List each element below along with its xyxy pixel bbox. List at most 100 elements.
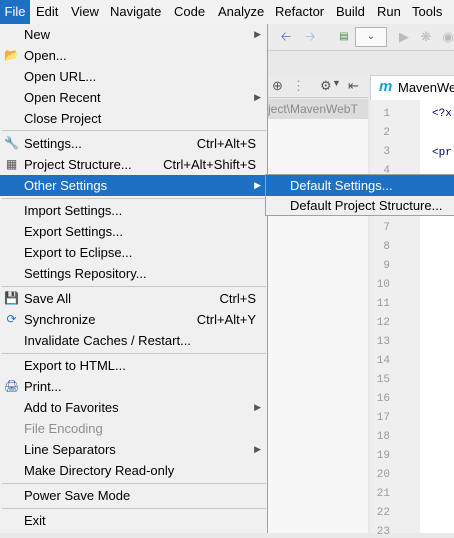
menu-item-line-separators[interactable]: Line Separators ▶ (0, 439, 267, 460)
menu-item-export-settings[interactable]: Export Settings... (0, 221, 267, 242)
submenu-arrow-icon: ▶ (254, 92, 261, 102)
editor-tab-label: MavenWe (398, 80, 454, 95)
divider-icon: ⋮ (292, 78, 305, 93)
shortcut-label: Ctrl+Alt+S (196, 136, 256, 151)
hide-icon[interactable]: ⇤ (348, 78, 359, 94)
menu-item-label: Line Separators (24, 442, 116, 457)
menu-item-other-settings[interactable]: Other Settings ▶ (0, 175, 267, 196)
menu-item-save-all[interactable]: 💾 Save All Ctrl+S (0, 288, 267, 309)
menu-refactor[interactable]: Refactor (275, 0, 324, 24)
menu-item-label: Settings Repository... (24, 266, 147, 281)
menu-item-open-url[interactable]: Open URL... (0, 66, 267, 87)
menu-item-import-settings[interactable]: Import Settings... (0, 200, 267, 221)
line-number: 18 (376, 431, 390, 443)
printer-icon: 🖨 (4, 379, 20, 393)
menu-item-label: Export Settings... (24, 224, 123, 239)
line-number: 15 (376, 374, 390, 386)
submenu-arrow-icon: ▶ (254, 444, 261, 454)
other-settings-submenu: Default Settings... Default Project Stru… (265, 174, 454, 216)
sync-icon: ⟳ (6, 312, 17, 326)
submenu-arrow-icon: ▶ (254, 29, 261, 39)
menu-item-invalidate-caches[interactable]: Invalidate Caches / Restart... (0, 330, 267, 351)
project-structure-icon: ▦ (5, 157, 18, 171)
save-icon: 💾 (4, 291, 19, 305)
menu-item-make-read-only[interactable]: Make Directory Read-only (0, 460, 267, 481)
menu-item-settings[interactable]: 🔧 Settings... Ctrl+Alt+S (0, 133, 267, 154)
coverage-icon[interactable]: ◉ (440, 29, 454, 45)
shortcut-label: Ctrl+Alt+Shift+S (163, 157, 256, 172)
menu-item-file-encoding: File Encoding (0, 418, 267, 439)
line-number: 14 (376, 355, 390, 367)
forward-arrow-icon[interactable]: 🡢 (302, 29, 318, 45)
build-icon[interactable]: ▤ (336, 29, 352, 45)
menu-item-settings-repository[interactable]: Settings Repository... (0, 263, 267, 284)
run-icon[interactable]: ▶ (396, 29, 412, 45)
menu-build[interactable]: Build (336, 0, 365, 24)
menu-item-export-to-html[interactable]: Export to HTML... (0, 355, 267, 376)
menu-edit[interactable]: Edit (36, 0, 58, 24)
run-configuration-combo[interactable]: ⌄ (355, 27, 387, 47)
menu-run[interactable]: Run (377, 0, 401, 24)
menu-item-label: Exit (24, 513, 46, 528)
gear-icon[interactable]: ⚙ (320, 78, 332, 94)
menu-item-label: New (24, 27, 51, 42)
menu-file[interactable]: File (0, 0, 30, 24)
menu-item-label: Print... (24, 379, 62, 394)
menu-separator (2, 130, 266, 131)
menu-code[interactable]: Code (174, 0, 205, 24)
menu-item-print[interactable]: 🖨 Print... (0, 376, 267, 397)
submenu-item-default-settings[interactable]: Default Settings... (266, 175, 454, 196)
line-number: 11 (376, 298, 390, 310)
menu-item-label: Import Settings... (24, 203, 123, 218)
menu-item-label: Open URL... (24, 69, 97, 84)
code-line-1: <?x (432, 108, 452, 120)
menu-analyze[interactable]: Analyze (218, 0, 264, 24)
menu-item-project-structure[interactable]: ▦ Project Structure... Ctrl+Alt+Shift+S (0, 154, 267, 175)
debug-icon[interactable]: ❋ (418, 29, 434, 45)
menu-item-close-project[interactable]: Close Project (0, 108, 267, 129)
wrench-icon: 🔧 (4, 136, 19, 150)
menu-item-open[interactable]: 📂 Open... (0, 45, 267, 66)
shortcut-label: Ctrl+S (219, 291, 256, 306)
menu-view[interactable]: View (71, 0, 99, 24)
menu-item-synchronize[interactable]: ⟳ Synchronize Ctrl+Alt+Y (0, 309, 267, 330)
menu-item-new[interactable]: New ▶ (0, 24, 267, 45)
menu-navigate[interactable]: Navigate (110, 0, 161, 24)
target-icon[interactable]: ⊕ (272, 78, 283, 94)
editor-tab[interactable]: m MavenWe (370, 75, 454, 100)
menu-item-label: Open... (24, 48, 67, 63)
submenu-item-default-project-structure[interactable]: Default Project Structure... (266, 195, 454, 216)
chevron-down-icon[interactable]: ▼ (332, 78, 341, 88)
menu-tools[interactable]: Tools (412, 0, 442, 24)
line-number: 13 (376, 336, 390, 348)
submenu-arrow-icon: ▶ (254, 180, 261, 190)
menu-separator (2, 286, 266, 287)
line-number: 16 (376, 393, 390, 405)
menu-separator (2, 483, 266, 484)
menu-item-open-recent[interactable]: Open Recent ▶ (0, 87, 267, 108)
shortcut-label: Ctrl+Alt+Y (196, 312, 256, 327)
line-number: 10 (376, 279, 390, 291)
menu-item-label: Default Settings... (290, 178, 393, 193)
line-number: 3 (383, 146, 390, 158)
menu-item-label: Synchronize (24, 312, 96, 327)
menu-item-export-to-eclipse[interactable]: Export to Eclipse... (0, 242, 267, 263)
line-number: 20 (376, 469, 390, 481)
back-arrow-icon[interactable]: 🡠 (278, 29, 294, 45)
submenu-arrow-icon: ▶ (254, 402, 261, 412)
menu-separator (2, 508, 266, 509)
menu-item-label: Open Recent (24, 90, 101, 105)
line-number: 9 (383, 260, 390, 272)
project-toolbar: ⊕ ⋮ ⚙ ▼ ⇤ (268, 75, 368, 98)
code-line-3: <pr (432, 147, 452, 159)
menu-item-label: Settings... (24, 136, 82, 151)
menu-item-add-to-favorites[interactable]: Add to Favorites ▶ (0, 397, 267, 418)
menu-item-power-save-mode[interactable]: Power Save Mode (0, 485, 267, 506)
project-path: ject\MavenWebT (268, 99, 368, 119)
menu-item-label: Project Structure... (24, 157, 132, 172)
editor-code-area[interactable] (420, 100, 454, 533)
line-number: 21 (376, 488, 390, 500)
menu-item-exit[interactable]: Exit (0, 510, 267, 531)
menu-item-label: Export to HTML... (24, 358, 126, 373)
line-number: 23 (376, 526, 390, 538)
